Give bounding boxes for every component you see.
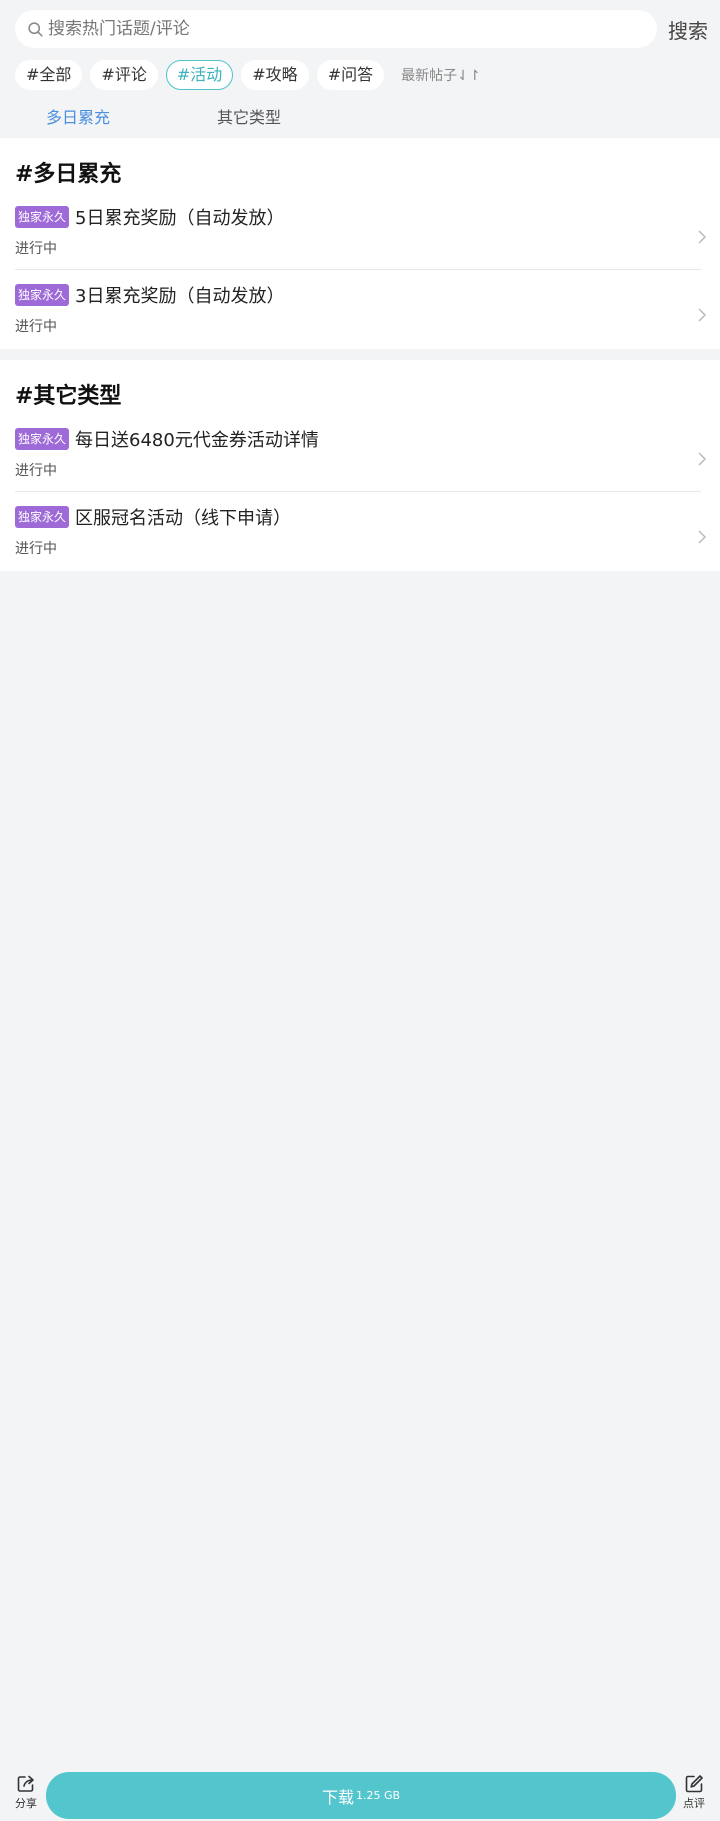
tag-events[interactable]: #活动 xyxy=(165,60,234,90)
exclusive-badge: 独家永久 xyxy=(15,506,70,528)
download-button[interactable]: 下载 1.25 GB xyxy=(46,1772,676,1819)
search-row: 搜索 xyxy=(15,10,710,48)
search-input[interactable] xyxy=(48,19,628,39)
search-icon xyxy=(28,21,43,37)
exclusive-badge: 独家永久 xyxy=(15,428,70,450)
item-status: 进行中 xyxy=(15,463,57,479)
chevron-right-icon xyxy=(698,530,707,544)
item-title: 5日累充奖励（自动发放） xyxy=(75,208,285,229)
item-title: 3日累充奖励（自动发放） xyxy=(75,286,285,307)
topic-tags: #全部 #评论 #活动 #攻略 #问答 最新帖子⇃↾ xyxy=(15,60,481,90)
subtab-multi-day-recharge[interactable]: 多日累充 xyxy=(46,104,110,128)
review-button[interactable]: 点评 xyxy=(674,1774,714,1811)
sub-tabs: 多日累充 其它类型 xyxy=(0,104,720,134)
share-icon xyxy=(17,1775,34,1792)
review-label: 点评 xyxy=(683,1797,705,1810)
chevron-right-icon xyxy=(698,230,707,244)
chevron-right-icon xyxy=(698,452,707,466)
share-label: 分享 xyxy=(15,1797,37,1810)
subtab-other-types[interactable]: 其它类型 xyxy=(217,104,281,128)
page: 搜索 #全部 #评论 #活动 #攻略 #问答 最新帖子⇃↾ 多日累充 其它类型 … xyxy=(0,0,720,1821)
tag-guides[interactable]: #攻略 xyxy=(241,60,309,90)
tag-reviews[interactable]: #评论 xyxy=(90,60,158,90)
search-button[interactable]: 搜索 xyxy=(668,15,708,44)
section-title: #其它类型 xyxy=(15,384,122,409)
chevron-right-icon xyxy=(698,308,707,322)
bottom-action-bar: 分享 下载 1.25 GB 点评 xyxy=(0,1766,720,1821)
section-other-types: #其它类型 独家永久 每日送6480元代金券活动详情 进行中 独家永久 区服冠名… xyxy=(0,360,720,571)
list-item[interactable]: 独家永久 5日累充奖励（自动发放） 进行中 xyxy=(15,204,707,274)
divider xyxy=(15,491,701,492)
exclusive-badge: 独家永久 xyxy=(15,284,70,306)
item-title: 区服冠名活动（线下申请） xyxy=(75,508,292,529)
item-title: 每日送6480元代金券活动详情 xyxy=(75,430,319,451)
download-label: 下载 xyxy=(321,1787,354,1807)
item-status: 进行中 xyxy=(15,541,57,557)
download-size: 1.25 GB xyxy=(355,1789,401,1802)
divider xyxy=(15,269,701,270)
tag-all[interactable]: #全部 xyxy=(15,60,83,90)
share-button[interactable]: 分享 xyxy=(6,1774,46,1811)
item-status: 进行中 xyxy=(15,241,57,257)
list-item[interactable]: 独家永久 3日累充奖励（自动发放） 进行中 xyxy=(15,282,707,352)
tag-qa[interactable]: #问答 xyxy=(316,60,385,90)
list-item[interactable]: 独家永久 区服冠名活动（线下申请） 进行中 xyxy=(15,504,707,574)
search-box[interactable] xyxy=(15,10,657,48)
exclusive-badge: 独家永久 xyxy=(15,206,70,228)
list-item[interactable]: 独家永久 每日送6480元代金券活动详情 进行中 xyxy=(15,426,707,496)
edit-icon xyxy=(685,1775,703,1793)
section-title: #多日累充 xyxy=(15,162,122,187)
section-multi-day-recharge: #多日累充 独家永久 5日累充奖励（自动发放） 进行中 独家永久 3日累充奖励（… xyxy=(0,138,720,349)
sort-latest-posts[interactable]: 最新帖子⇃↾ xyxy=(401,65,480,85)
item-status: 进行中 xyxy=(15,319,57,335)
